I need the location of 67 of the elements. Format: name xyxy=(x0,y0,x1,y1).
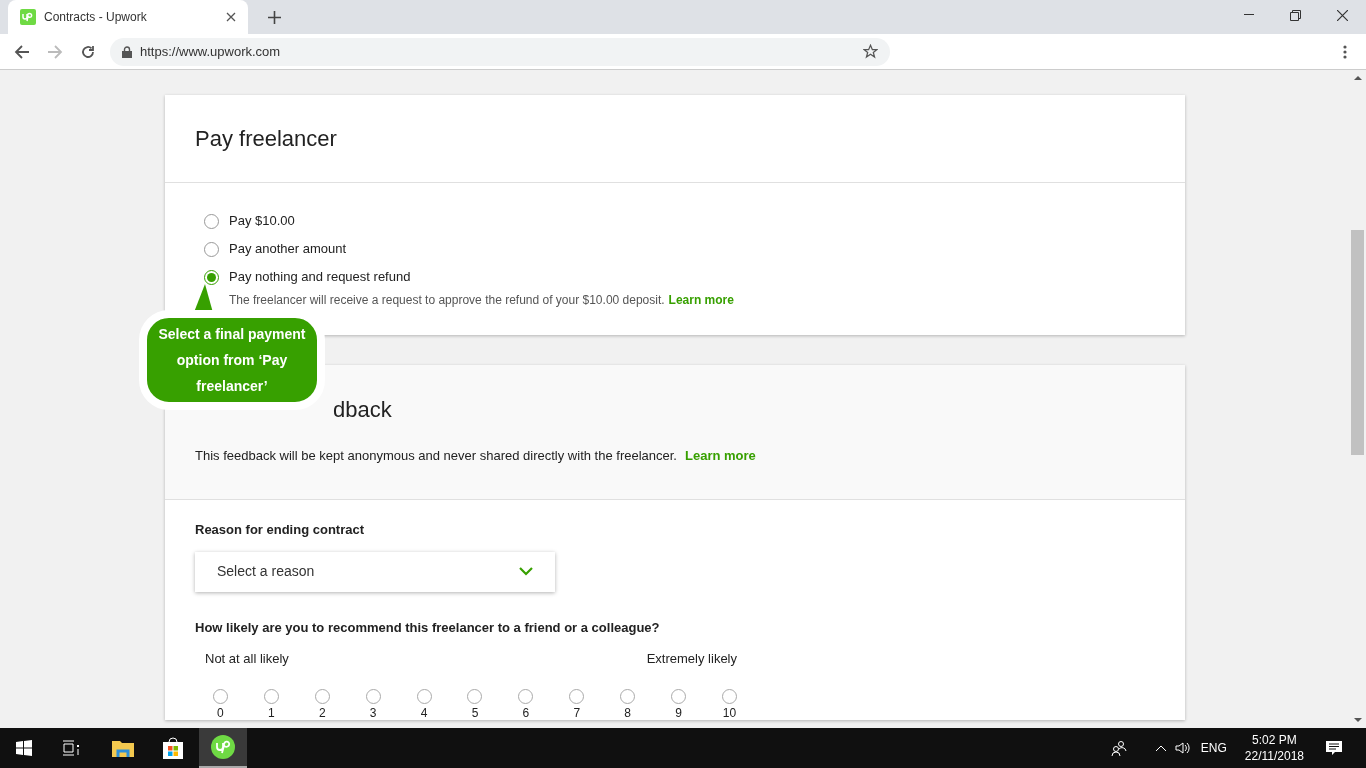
intro-text: This feedback will be kept anonymous and never shared directly with the freelancer. xyxy=(195,447,677,465)
notifications-icon[interactable] xyxy=(1326,740,1342,756)
scale-number: 0 xyxy=(217,705,224,720)
radio-button[interactable] xyxy=(722,688,737,704)
people-icon[interactable] xyxy=(1110,740,1127,756)
language-indicator[interactable]: ENG xyxy=(1200,739,1227,757)
question-text: How likely are you to recommend this freelancer to a friend or a colleague? xyxy=(195,618,661,637)
minimize-icon[interactable] xyxy=(1244,14,1254,16)
radio-button[interactable] xyxy=(518,688,534,704)
scale-label: Extremely likely xyxy=(646,650,737,668)
tab-title: Contracts - Upwork xyxy=(44,9,148,26)
upwork-logo-icon xyxy=(211,735,235,759)
browser-tab[interactable]: Contracts - Upwork xyxy=(8,0,248,34)
radio-button[interactable] xyxy=(204,213,219,229)
scale-number: 9 xyxy=(675,705,682,720)
new-tab-icon[interactable] xyxy=(268,11,281,24)
refund-note: The freelancer will receive a request to approve the refund of your $10.00 deposit. xyxy=(229,292,665,309)
scroll-up-icon[interactable] xyxy=(1353,75,1362,80)
field-label: Reason for ending contract xyxy=(195,521,366,539)
restore-icon[interactable] xyxy=(1290,10,1301,21)
radio-button[interactable] xyxy=(416,688,432,704)
scale-number: 10 xyxy=(722,705,737,720)
radio-button[interactable] xyxy=(263,688,279,704)
tooltip: Select a final payment option from ‘Pay freelancer’ xyxy=(139,310,325,410)
back-icon[interactable] xyxy=(14,43,30,60)
scale-number: 8 xyxy=(624,705,632,720)
reason-select[interactable]: Select a reason xyxy=(195,551,555,592)
scrollbar-thumb[interactable] xyxy=(1351,230,1364,455)
upwork-logo-icon xyxy=(20,9,36,25)
radio-button[interactable] xyxy=(620,688,636,704)
scale-number: 6 xyxy=(522,705,530,720)
radio-button[interactable] xyxy=(671,688,687,704)
chevron-down-icon xyxy=(519,567,533,576)
card-title: Pay freelancer xyxy=(195,125,337,153)
scale-number: 3 xyxy=(369,705,377,720)
radio-button[interactable] xyxy=(467,688,483,704)
radio-button[interactable] xyxy=(365,688,381,704)
card-title: dback xyxy=(333,396,393,424)
reload-icon[interactable] xyxy=(80,43,96,60)
upwork-taskbar-button[interactable] xyxy=(199,728,247,768)
option-label: Pay nothing and request refund xyxy=(229,268,411,287)
close-icon[interactable] xyxy=(226,12,236,22)
radio-button[interactable] xyxy=(569,688,585,704)
option-label: Pay another amount xyxy=(229,240,347,259)
task-view-icon[interactable] xyxy=(62,740,80,756)
scale-number: 7 xyxy=(573,705,581,720)
chevron-up-icon[interactable] xyxy=(1154,744,1167,752)
scale-number: 4 xyxy=(420,705,428,720)
radio-button[interactable] xyxy=(204,241,219,257)
lock-icon xyxy=(122,45,132,58)
address-bar[interactable]: https://www.upwork.com xyxy=(110,37,890,66)
menu-icon[interactable] xyxy=(1343,44,1347,59)
clock[interactable]: 5:02 PM 22/11/2018 xyxy=(1240,732,1308,764)
radio-button[interactable] xyxy=(212,688,228,704)
scale-number: 5 xyxy=(471,705,479,720)
scale-number: 2 xyxy=(318,705,326,720)
scale-label: Not at all likely xyxy=(205,650,289,668)
close-icon[interactable] xyxy=(1337,10,1348,21)
radio-button[interactable] xyxy=(314,688,330,704)
scale-number: 1 xyxy=(268,705,275,720)
store-icon[interactable] xyxy=(162,737,184,759)
speaker-icon[interactable] xyxy=(1174,741,1191,755)
scroll-down-icon[interactable] xyxy=(1353,718,1362,723)
star-icon[interactable] xyxy=(863,44,878,59)
windows-start-icon[interactable] xyxy=(16,740,32,756)
folder-icon[interactable] xyxy=(112,739,134,757)
option-label: Pay $10.00 xyxy=(229,212,295,231)
